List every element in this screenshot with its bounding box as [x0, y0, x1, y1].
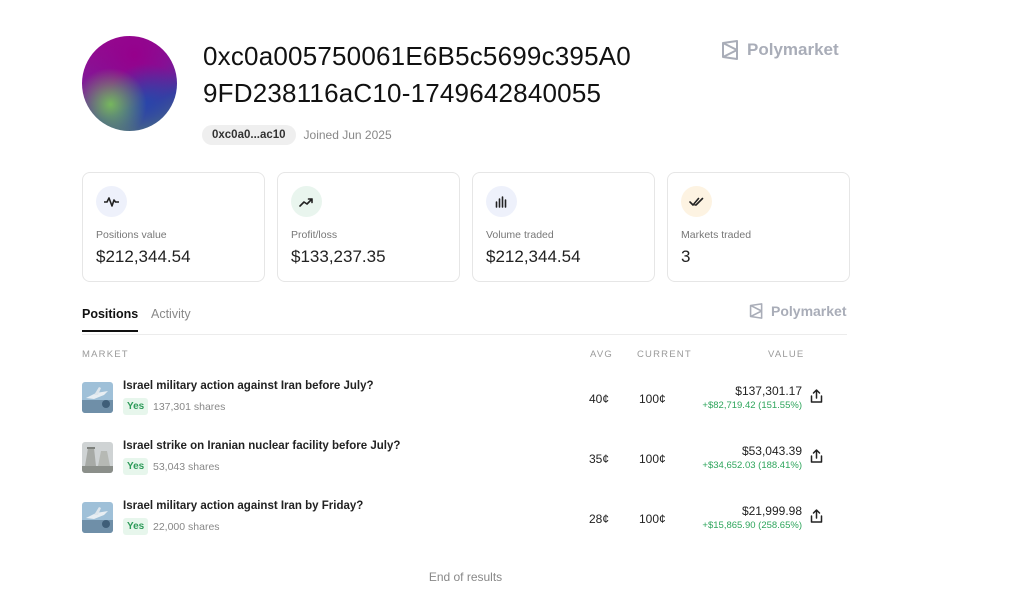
stat-label: Volume traded: [486, 229, 554, 241]
outcome-badge: Yes: [123, 398, 149, 415]
avg-price: 28¢: [589, 512, 610, 526]
avg-price: 35¢: [589, 452, 610, 466]
stat-card-positions-value: Positions value $212,344.54: [82, 172, 265, 282]
position-value: $137,301.17: [735, 384, 802, 398]
end-of-results: End of results: [428, 570, 503, 584]
polymarket-wordmark: Polymarket: [747, 40, 839, 59]
polymarket-icon: [749, 303, 764, 319]
column-header-avg: AVG: [590, 349, 613, 360]
market-question[interactable]: Israel military action against Iran befo…: [123, 380, 374, 392]
profile-avatar: [82, 36, 177, 131]
position-row[interactable]: Israel military action against Iran by F…: [82, 500, 832, 540]
current-price: 100¢: [639, 392, 666, 406]
market-question[interactable]: Israel military action against Iran by F…: [123, 500, 363, 512]
outcome-badge: Yes: [123, 518, 149, 535]
position-row[interactable]: Israel military action against Iran befo…: [82, 380, 832, 420]
position-value: $21,999.98: [741, 504, 802, 518]
position-pnl: +$82,719.42 (151.55%): [702, 400, 802, 411]
polymarket-icon: [721, 40, 740, 60]
trend-up-icon: [291, 186, 322, 217]
market-question[interactable]: Israel strike on Iranian nuclear facilit…: [123, 440, 400, 452]
stat-label: Positions value: [96, 229, 167, 241]
stat-card-volume-traded: Volume traded $212,344.54: [472, 172, 655, 282]
share-icon[interactable]: [808, 508, 824, 524]
stat-value: 3: [681, 247, 691, 266]
column-header-current: CURRENT: [637, 349, 692, 360]
shares-count: 53,043 shares: [153, 461, 220, 473]
polymarket-logo[interactable]: Polymarket: [721, 40, 839, 60]
polymarket-wordmark: Polymarket: [771, 303, 847, 319]
position-value: $53,043.39: [741, 444, 802, 458]
profile-name-line-2: 9FD238116aC10-1749642840055: [203, 78, 602, 108]
shares-count: 22,000 shares: [153, 521, 220, 533]
stat-card-profit-loss: Profit/loss $133,237.35: [277, 172, 460, 282]
address-pill[interactable]: 0xc0a0...ac10: [202, 125, 296, 145]
stat-label: Markets traded: [681, 229, 752, 241]
position-row[interactable]: Israel strike on Iranian nuclear facilit…: [82, 440, 832, 480]
profile-name-line-1: 0xc0a005750061E6B5c5699c395A0: [203, 41, 631, 71]
profile-title: 0xc0a005750061E6B5c5699c395A0 9FD238116a…: [203, 38, 703, 112]
shares-count: 137,301 shares: [153, 401, 226, 413]
current-price: 100¢: [639, 512, 666, 526]
market-thumbnail: [82, 442, 113, 473]
current-price: 100¢: [639, 452, 666, 466]
stat-value: $212,344.54: [486, 247, 581, 266]
share-icon[interactable]: [808, 388, 824, 404]
market-thumbnail: [82, 502, 113, 533]
position-pnl: +$15,865.90 (258.65%): [702, 520, 802, 531]
stat-card-markets-traded: Markets traded 3: [667, 172, 850, 282]
bar-chart-icon: [486, 186, 517, 217]
pulse-icon: [96, 186, 127, 217]
column-header-market: MARKET: [82, 349, 129, 360]
outcome-badge: Yes: [123, 458, 149, 475]
market-thumbnail: [82, 382, 113, 413]
stat-value: $133,237.35: [291, 247, 386, 266]
tab-activity[interactable]: Activity: [151, 307, 191, 330]
polymarket-logo-secondary[interactable]: Polymarket: [749, 303, 846, 319]
tab-positions[interactable]: Positions: [82, 307, 139, 332]
share-icon[interactable]: [808, 448, 824, 464]
double-check-icon: [681, 186, 712, 217]
joined-date: Joined Jun 2025: [303, 128, 392, 142]
position-pnl: +$34,652.03 (188.41%): [702, 460, 802, 471]
avg-price: 40¢: [589, 392, 610, 406]
column-header-value: VALUE: [768, 349, 805, 360]
profile-meta: 0xc0a0...ac10 Joined Jun 2025: [202, 125, 392, 145]
stat-value: $212,344.54: [96, 247, 191, 266]
tab-bar: Positions Activity: [82, 307, 847, 335]
stat-label: Profit/loss: [291, 229, 338, 241]
